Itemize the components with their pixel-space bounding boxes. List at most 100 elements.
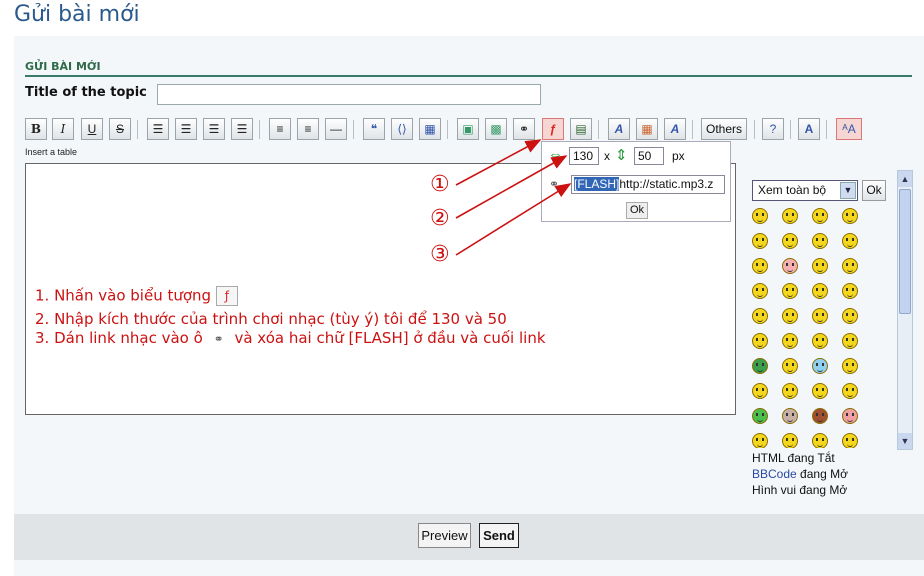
smiley-icon[interactable] — [842, 233, 858, 249]
smiley-icon[interactable] — [782, 308, 798, 324]
smiley-icon[interactable] — [842, 258, 858, 274]
bbcode-link[interactable]: BBCode — [752, 467, 797, 481]
bbcode-status: BBCode đang Mở — [752, 467, 848, 481]
annotation-number-2: ② — [430, 206, 450, 231]
smiley-icon[interactable] — [842, 333, 858, 349]
smiley-icon[interactable] — [752, 333, 768, 349]
smiley-icon[interactable] — [782, 333, 798, 349]
toolbar-separator — [598, 120, 599, 139]
smiley-icon[interactable] — [782, 383, 798, 399]
help-icon[interactable]: ? — [762, 118, 784, 140]
color-grid-icon[interactable]: ▦ — [636, 118, 658, 140]
flash-icon: ƒ — [215, 286, 238, 306]
others-button[interactable]: Others — [701, 118, 747, 140]
scroll-up-icon[interactable]: ▲ — [898, 171, 912, 187]
align-left-icon[interactable]: ☰ — [147, 118, 169, 140]
smiley-icon[interactable] — [812, 258, 828, 274]
smiley-icon[interactable] — [812, 233, 828, 249]
toolbar-separator — [754, 120, 755, 139]
smiley-icon[interactable] — [752, 308, 768, 324]
scroll-thumb[interactable] — [899, 189, 911, 314]
smiley-filter-select[interactable]: Xem toàn bộ ▼ — [752, 180, 858, 201]
strike-button[interactable]: S — [109, 118, 131, 140]
table-icon[interactable]: ▦ — [419, 118, 441, 140]
page-title: Gửi bài mới — [14, 2, 140, 27]
toolbar-separator — [137, 120, 138, 139]
smiley-icon[interactable] — [812, 358, 828, 374]
smiley-icon[interactable] — [842, 208, 858, 224]
smiley-icon[interactable] — [842, 408, 858, 424]
align-justify-icon[interactable]: ☰ — [231, 118, 253, 140]
html-status: HTML đang Tắt — [752, 451, 835, 465]
annotation-number-1: ① — [430, 172, 450, 197]
smiley-grid — [748, 206, 893, 448]
smiley-ok-button[interactable]: Ok — [862, 180, 886, 201]
smiley-icon[interactable] — [752, 433, 768, 448]
smiley-icon[interactable] — [842, 283, 858, 299]
smiley-icon[interactable] — [842, 433, 858, 448]
section-title: GỬI BÀI MỚI — [25, 60, 101, 73]
annotation-number-3: ③ — [430, 242, 450, 267]
send-button[interactable]: Send — [479, 523, 519, 548]
font-size-icon[interactable]: A — [664, 118, 686, 140]
smiley-icon[interactable] — [782, 258, 798, 274]
underline-button[interactable]: U — [81, 118, 103, 140]
smiley-icon[interactable] — [812, 283, 828, 299]
image-icon[interactable]: ▩ — [485, 118, 507, 140]
number-list-icon[interactable]: ≡ — [297, 118, 319, 140]
smiley-icon[interactable] — [782, 233, 798, 249]
smiley-icon[interactable] — [842, 308, 858, 324]
smiley-icon[interactable] — [812, 433, 828, 448]
remove-format-icon[interactable]: A — [798, 118, 820, 140]
instruction-line-2: 2. Nhập kích thước của trình chơi nhạc (… — [35, 310, 507, 328]
flash-ok-button[interactable]: Ok — [626, 202, 648, 219]
smiley-icon[interactable] — [812, 383, 828, 399]
flash-height-input[interactable]: 50 — [634, 147, 664, 165]
toolbar-separator — [353, 120, 354, 139]
smiley-icon[interactable] — [752, 283, 768, 299]
quote-icon[interactable]: ❝ — [363, 118, 385, 140]
smiley-icon[interactable] — [812, 208, 828, 224]
smiley-icon[interactable] — [842, 383, 858, 399]
image-gallery-icon[interactable]: ▣ — [457, 118, 479, 140]
smiley-icon[interactable] — [782, 408, 798, 424]
smiley-icon[interactable] — [782, 433, 798, 448]
align-right-icon[interactable]: ☰ — [203, 118, 225, 140]
smiley-icon[interactable] — [842, 358, 858, 374]
smiley-icon[interactable] — [752, 358, 768, 374]
code-icon[interactable]: ⟨⟩ — [391, 118, 413, 140]
horizontal-rule-icon[interactable]: — — [325, 118, 347, 140]
smiley-icon[interactable] — [752, 233, 768, 249]
unit-label: px — [672, 149, 685, 163]
smiley-icon[interactable] — [812, 333, 828, 349]
link-icon: ⚭ — [213, 332, 224, 346]
toolbar-separator — [790, 120, 791, 139]
flash-width-input[interactable]: 130 — [569, 147, 599, 165]
smiley-icon[interactable] — [752, 383, 768, 399]
italic-button[interactable]: I — [52, 118, 74, 140]
smiley-icon[interactable] — [782, 208, 798, 224]
smiley-icon[interactable] — [752, 258, 768, 274]
topic-label: Title of the topic — [25, 85, 147, 100]
preview-button[interactable]: Preview — [418, 523, 471, 548]
size-separator: x — [604, 149, 610, 163]
bold-button[interactable]: B — [25, 118, 47, 140]
flash-icon[interactable]: ƒ — [542, 118, 564, 140]
smiley-icon[interactable] — [782, 283, 798, 299]
topic-input[interactable] — [157, 84, 541, 105]
video-icon[interactable]: ▤ — [570, 118, 592, 140]
smiley-icon[interactable] — [752, 408, 768, 424]
scroll-down-icon[interactable]: ▼ — [898, 433, 912, 449]
flash-url-input[interactable]: [FLASH]http://static.mp3.z — [571, 175, 725, 194]
smiley-icon[interactable] — [752, 208, 768, 224]
smiley-icon[interactable] — [812, 308, 828, 324]
align-center-icon[interactable]: ☰ — [175, 118, 197, 140]
smiley-scrollbar[interactable]: ▲ ▼ — [897, 170, 913, 450]
toolbar-separator — [692, 120, 693, 139]
link-icon[interactable]: ⚭ — [513, 118, 535, 140]
smiley-icon[interactable] — [782, 358, 798, 374]
toggle-editor-icon[interactable]: ᴬA — [836, 118, 862, 140]
smiley-icon[interactable] — [812, 408, 828, 424]
font-icon[interactable]: A — [608, 118, 630, 140]
bullet-list-icon[interactable]: ≡ — [269, 118, 291, 140]
